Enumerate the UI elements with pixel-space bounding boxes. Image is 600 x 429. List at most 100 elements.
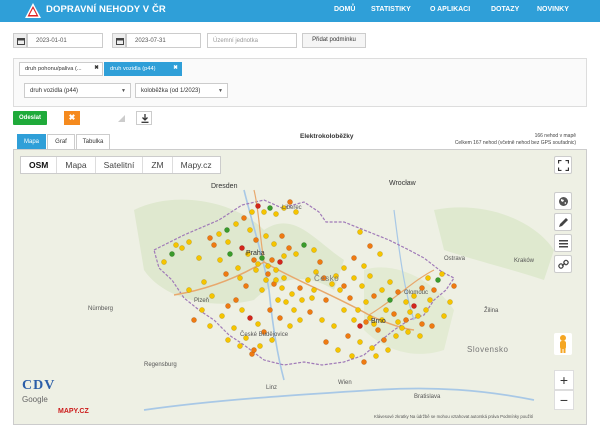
accident-point[interactable] bbox=[387, 279, 393, 285]
accident-point[interactable] bbox=[227, 251, 233, 257]
accident-point[interactable] bbox=[265, 271, 271, 277]
accident-point[interactable] bbox=[265, 263, 271, 269]
accident-point[interactable] bbox=[293, 251, 299, 257]
accident-point[interactable] bbox=[423, 307, 429, 313]
calendar-from-button[interactable] bbox=[13, 33, 27, 48]
accident-point[interactable] bbox=[224, 227, 230, 233]
accident-point[interactable] bbox=[367, 273, 373, 279]
accident-point[interactable] bbox=[186, 287, 192, 293]
add-condition-button[interactable]: Přidat podmínku bbox=[302, 33, 366, 48]
accident-point[interactable] bbox=[255, 321, 261, 327]
accident-point[interactable] bbox=[281, 253, 287, 259]
nav-home[interactable]: DOMŮ bbox=[334, 6, 355, 13]
globe-button[interactable] bbox=[554, 192, 572, 210]
clear-button[interactable]: ✖ bbox=[64, 111, 80, 125]
accident-point[interactable] bbox=[439, 271, 445, 277]
accident-point[interactable] bbox=[369, 345, 375, 351]
accident-point[interactable] bbox=[363, 319, 369, 325]
map-attribution[interactable]: Klávesové zkratky Na údržbě se mohou vzt… bbox=[374, 414, 533, 419]
tab-condition-vehicle[interactable]: druh vozidla (p44) ✖ bbox=[104, 62, 182, 76]
accident-point[interactable] bbox=[447, 299, 453, 305]
accident-point[interactable] bbox=[305, 277, 311, 283]
tab-graph[interactable]: Graf bbox=[47, 134, 75, 149]
accident-point[interactable] bbox=[196, 255, 202, 261]
zoom-out-button[interactable]: − bbox=[554, 390, 574, 410]
tab-table[interactable]: Tabulka bbox=[76, 134, 110, 149]
accident-point[interactable] bbox=[235, 265, 241, 271]
accident-point[interactable] bbox=[331, 323, 337, 329]
accident-point[interactable] bbox=[211, 242, 217, 248]
accident-point[interactable] bbox=[381, 337, 387, 343]
accident-point[interactable] bbox=[357, 229, 363, 235]
accident-point[interactable] bbox=[317, 259, 323, 265]
accident-point[interactable] bbox=[367, 243, 373, 249]
draw-button[interactable] bbox=[554, 213, 572, 231]
accident-point[interactable] bbox=[251, 347, 257, 353]
fullscreen-button[interactable] bbox=[554, 156, 572, 174]
accident-point[interactable] bbox=[337, 287, 343, 293]
accident-point[interactable] bbox=[393, 333, 399, 339]
accident-point[interactable] bbox=[273, 211, 279, 217]
accident-point[interactable] bbox=[251, 257, 257, 263]
accident-point[interactable] bbox=[186, 239, 192, 245]
accident-point[interactable] bbox=[241, 215, 247, 221]
accident-point[interactable] bbox=[247, 227, 253, 233]
accident-point[interactable] bbox=[239, 307, 245, 313]
accident-point[interactable] bbox=[391, 311, 397, 317]
accident-point[interactable] bbox=[286, 245, 292, 251]
street-view-pegman-icon[interactable] bbox=[554, 333, 572, 355]
tab-condition-fuel[interactable]: druh pohonu/paliva (... ✖ bbox=[19, 62, 103, 76]
accident-point[interactable] bbox=[283, 299, 289, 305]
accident-point[interactable] bbox=[341, 307, 347, 313]
link-button[interactable] bbox=[554, 255, 572, 273]
accident-point[interactable] bbox=[247, 315, 253, 321]
accident-point[interactable] bbox=[169, 251, 175, 257]
accident-point[interactable] bbox=[267, 307, 273, 313]
accident-point[interactable] bbox=[373, 353, 379, 359]
layer-zm[interactable]: ZM bbox=[143, 157, 173, 173]
accident-point[interactable] bbox=[383, 307, 389, 313]
layer-mapycz[interactable]: Mapy.cz bbox=[173, 157, 220, 173]
accident-point[interactable] bbox=[297, 285, 303, 291]
accident-point[interactable] bbox=[219, 313, 225, 319]
accident-point[interactable] bbox=[269, 257, 275, 263]
accident-point[interactable] bbox=[351, 255, 357, 261]
region-input[interactable]: Územní jednotka bbox=[207, 33, 297, 48]
accident-point[interactable] bbox=[359, 283, 365, 289]
accident-point[interactable] bbox=[249, 209, 255, 215]
accident-point[interactable] bbox=[273, 277, 279, 283]
accident-point[interactable] bbox=[201, 279, 207, 285]
accident-point[interactable] bbox=[225, 337, 231, 343]
accident-point[interactable] bbox=[349, 353, 355, 359]
accident-point[interactable] bbox=[311, 247, 317, 253]
layer-satellite[interactable]: Satelitní bbox=[96, 157, 144, 173]
accident-point[interactable] bbox=[279, 285, 285, 291]
accident-point[interactable] bbox=[287, 323, 293, 329]
accident-point[interactable] bbox=[363, 299, 369, 305]
tab-map[interactable]: Mapa bbox=[17, 134, 46, 149]
accident-point[interactable] bbox=[231, 325, 237, 331]
accident-point[interactable] bbox=[277, 259, 283, 265]
accident-point[interactable] bbox=[291, 307, 297, 313]
zoom-in-button[interactable]: + bbox=[554, 370, 574, 390]
accident-point[interactable] bbox=[297, 317, 303, 323]
accident-point[interactable] bbox=[216, 231, 222, 237]
nav-news[interactable]: NOVINKY bbox=[537, 6, 569, 13]
accident-point[interactable] bbox=[351, 317, 357, 323]
accident-point[interactable] bbox=[277, 315, 283, 321]
accident-point[interactable] bbox=[345, 333, 351, 339]
accident-point[interactable] bbox=[387, 297, 393, 303]
accident-point[interactable] bbox=[425, 275, 431, 281]
value-select[interactable]: koloběžka (od 1/2023) ▼ bbox=[135, 83, 228, 98]
accident-point[interactable] bbox=[253, 267, 259, 273]
accident-point[interactable] bbox=[259, 287, 265, 293]
map-canvas[interactable] bbox=[14, 150, 587, 425]
accident-point[interactable] bbox=[239, 245, 245, 251]
accident-point[interactable] bbox=[237, 275, 243, 281]
accident-point[interactable] bbox=[217, 257, 223, 263]
accident-point[interactable] bbox=[371, 293, 377, 299]
accident-point[interactable] bbox=[309, 295, 315, 301]
calendar-to-button[interactable] bbox=[112, 33, 126, 48]
attribute-select[interactable]: druh vozidla (p44) ▼ bbox=[24, 83, 131, 98]
accident-point[interactable] bbox=[253, 237, 259, 243]
